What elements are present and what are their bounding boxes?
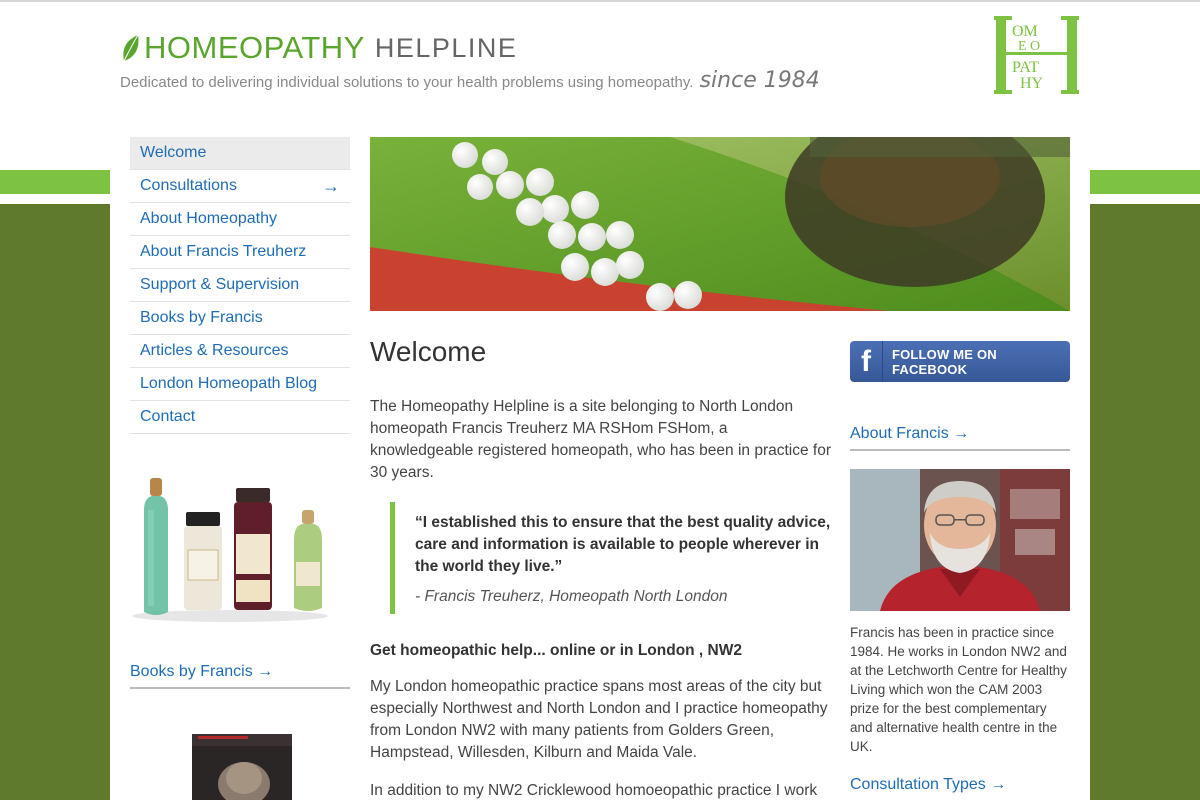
monogram-line2: E O (1018, 39, 1040, 54)
quote-text: “I established this to ensure that the b… (415, 514, 831, 575)
nav-item-label: About Homeopathy (140, 210, 277, 227)
nav-item-label: Support & Supervision (140, 276, 300, 293)
monogram-line3: PAT (1012, 59, 1039, 76)
nav-item-books[interactable]: Books by Francis (130, 302, 350, 335)
nav-item-label: London Homeopath Blog (140, 375, 318, 392)
nav-item-welcome[interactable]: Welcome (130, 137, 350, 170)
main-nav: Welcome Consultations → About Homeopathy … (130, 137, 350, 434)
quote-block: “I established this to ensure that the b… (390, 502, 835, 614)
consultation-types-link[interactable]: Consultation Types → (850, 776, 1006, 794)
page-title: Welcome (370, 336, 487, 367)
monogram-logo: OM E O PAT HY (994, 16, 1079, 94)
nav-item-label: Welcome (140, 144, 207, 161)
remedy-bottles-image (130, 470, 330, 622)
nav-item-about-francis[interactable]: About Francis Treuherz (130, 236, 350, 269)
main-content: Welcome The Homeopathy Helpline is a sit… (370, 336, 835, 800)
nav-item-about-homeopathy[interactable]: About Homeopathy (130, 203, 350, 236)
section-heading: Get homeopathic help... online or in Lon… (370, 642, 742, 659)
nav-item-label: Contact (140, 408, 196, 425)
nav-item-articles[interactable]: Articles & Resources (130, 335, 350, 368)
nav-item-label: Books by Francis (140, 309, 263, 326)
nav-item-contact[interactable]: Contact (130, 401, 350, 434)
brand-name: HOMEOPATHY (144, 30, 365, 65)
nav-item-blog[interactable]: London Homeopath Blog (130, 368, 350, 401)
facebook-icon: f (850, 341, 883, 382)
about-francis-text: Francis has been in practice since 1984.… (850, 625, 1067, 754)
facebook-follow-button[interactable]: f FOLLOW ME ON FACEBOOK (850, 341, 1070, 382)
facebook-follow-label: FOLLOW ME ON FACEBOOK (891, 346, 997, 377)
monogram-line1: OM (1012, 23, 1038, 40)
hero-banner-image (370, 137, 1070, 311)
book-cover-image[interactable] (188, 732, 296, 800)
since-text: since 1984 (699, 68, 820, 93)
about-francis-link[interactable]: About Francis → (850, 425, 1070, 451)
books-heading-link[interactable]: Books by Francis → (130, 663, 350, 689)
monogram-line4: HY (1020, 75, 1044, 92)
cricklewood-paragraph: In addition to my NW2 Cricklewood homoeo… (370, 782, 818, 799)
brand-subtitle: HELPLINE (374, 32, 518, 63)
nav-item-consultations[interactable]: Consultations → (130, 170, 350, 203)
quote-attribution: - Francis Treuherz, Homeopath North Lond… (415, 588, 728, 605)
nav-item-label: Consultations (140, 177, 237, 194)
nav-item-label: Articles & Resources (140, 342, 289, 359)
site-logo[interactable]: HOMEOPATHY HELPLINE (120, 30, 517, 66)
nav-item-label: About Francis Treuherz (140, 243, 307, 260)
francis-portrait-image (850, 469, 1070, 611)
tagline: Dedicated to delivering individual solut… (120, 68, 820, 93)
arrow-right-icon: → (322, 175, 340, 196)
tagline-text: Dedicated to delivering individual solut… (120, 74, 694, 91)
site-header: HOMEOPATHY HELPLINE Dedicated to deliver… (0, 0, 1200, 110)
leaf-icon (123, 34, 139, 62)
practice-paragraph: My London homeopathic practice spans mos… (370, 678, 828, 761)
intro-paragraph: The Homeopathy Helpline is a site belong… (370, 398, 831, 481)
nav-item-support-supervision[interactable]: Support & Supervision (130, 269, 350, 302)
